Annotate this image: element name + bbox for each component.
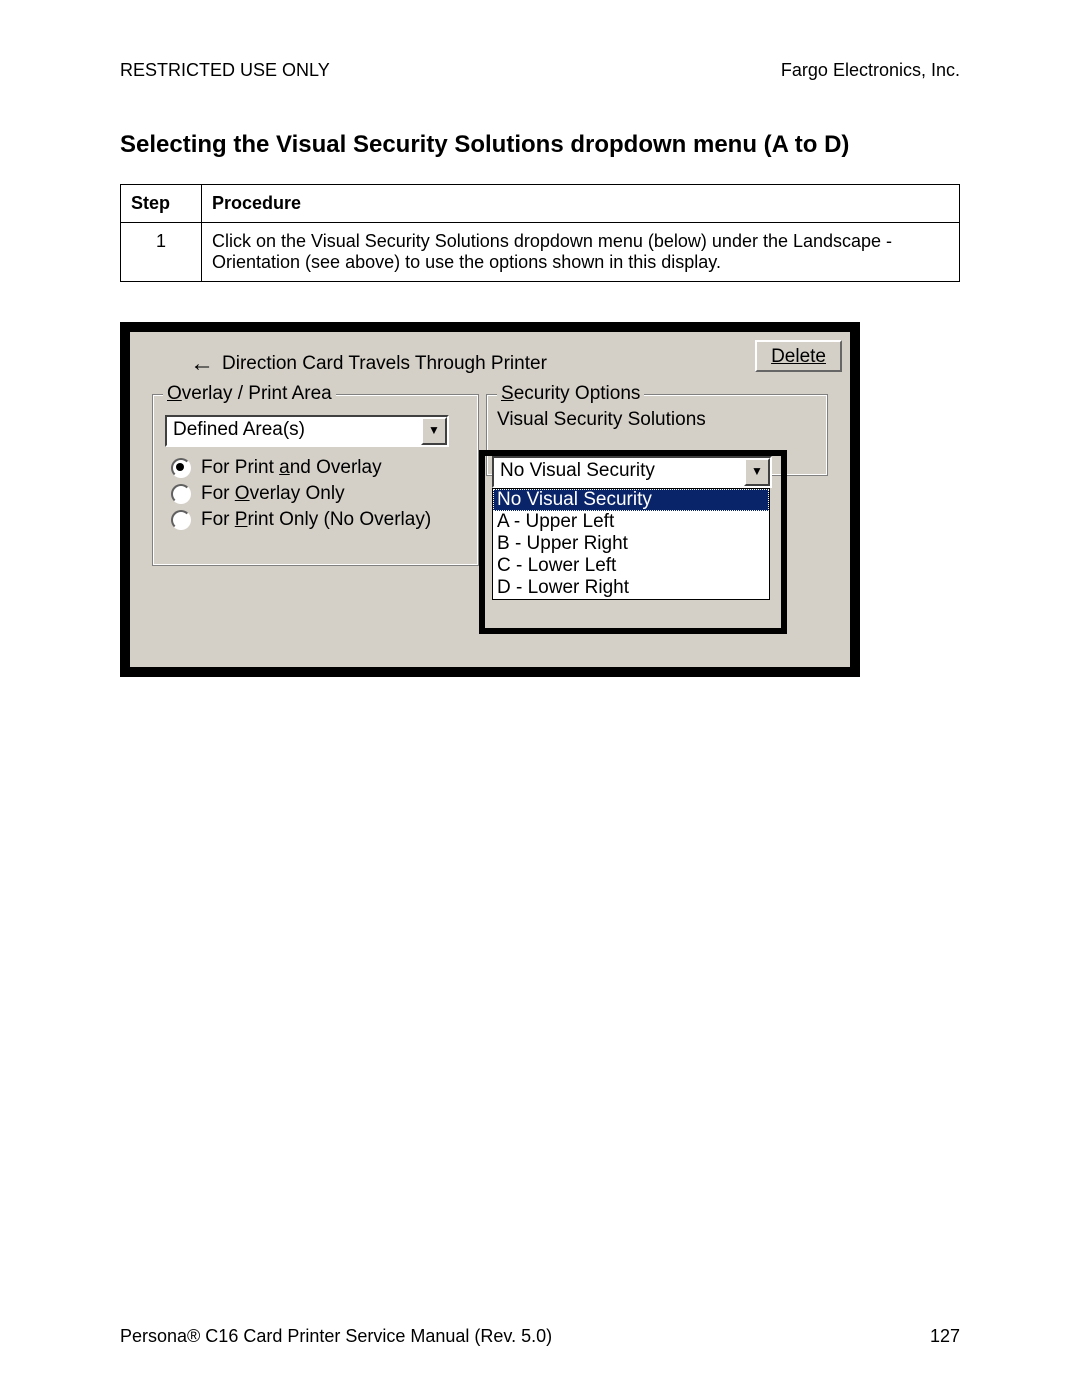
section-title: Selecting the Visual Security Solutions … — [120, 131, 960, 159]
col-procedure: Procedure — [202, 185, 960, 223]
option-a-upper-left[interactable]: A - Upper Left — [493, 511, 769, 533]
chevron-down-icon[interactable]: ▼ — [421, 417, 447, 445]
step-procedure: Click on the Visual Security Solutions d… — [202, 223, 960, 282]
radio-print-only[interactable]: For Print Only (No Overlay) — [171, 509, 431, 531]
direction-row: ← Direction Card Travels Through Printer — [190, 350, 810, 378]
radio-icon — [171, 484, 191, 504]
visual-security-combo[interactable]: No Visual Security ▼ — [492, 456, 772, 488]
option-b-upper-right[interactable]: B - Upper Right — [493, 533, 769, 555]
option-d-lower-right[interactable]: D - Lower Right — [493, 577, 769, 599]
direction-label: Direction Card Travels Through Printer — [222, 353, 810, 375]
step-number: 1 — [121, 223, 202, 282]
radio-print-and-overlay[interactable]: For Print and Overlay — [171, 457, 431, 479]
chevron-down-icon[interactable]: ▼ — [744, 458, 770, 486]
overlay-area-combo-text: Defined Area(s) — [167, 417, 421, 445]
radio-icon — [171, 510, 191, 530]
header-right: Fargo Electronics, Inc. — [781, 60, 960, 81]
option-no-visual-security[interactable]: No Visual Security — [493, 489, 769, 511]
overlay-group-label: Overlay / Print Area — [163, 383, 336, 405]
visual-security-combo-text: No Visual Security — [494, 458, 744, 486]
delete-button[interactable]: Delete — [755, 340, 842, 372]
radio-icon — [171, 458, 191, 478]
visual-security-label: Visual Security Solutions — [497, 409, 706, 431]
radio-overlay-only[interactable]: For Overlay Only — [171, 483, 431, 505]
overlay-radio-group: For Print and Overlay For Overlay Only F… — [171, 457, 431, 535]
page-footer: Persona® C16 Card Printer Service Manual… — [120, 1326, 960, 1347]
overlay-area-combo[interactable]: Defined Area(s) ▼ — [165, 415, 449, 447]
page-header: RESTRICTED USE ONLY Fargo Electronics, I… — [120, 60, 960, 81]
dialog-screenshot: ← Direction Card Travels Through Printer… — [120, 322, 860, 677]
security-group-label: Security Options — [497, 383, 644, 405]
page-number: 127 — [930, 1326, 960, 1347]
overlay-print-area-group: Overlay / Print Area Defined Area(s) ▼ F… — [152, 394, 479, 566]
header-left: RESTRICTED USE ONLY — [120, 60, 330, 81]
arrow-left-icon: ← — [190, 350, 214, 378]
visual-security-dropdown[interactable]: No Visual Security A - Upper Left B - Up… — [492, 488, 770, 600]
procedure-table: Step Procedure 1 Click on the Visual Sec… — [120, 184, 960, 282]
option-c-lower-left[interactable]: C - Lower Left — [493, 555, 769, 577]
col-step: Step — [121, 185, 202, 223]
footer-left: Persona® C16 Card Printer Service Manual… — [120, 1326, 552, 1347]
